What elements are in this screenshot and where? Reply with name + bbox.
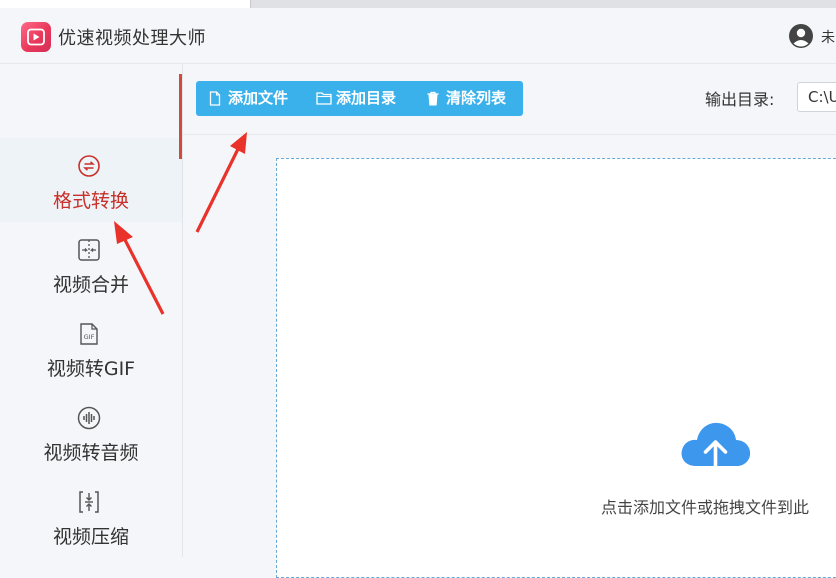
user-name[interactable]: 未	[821, 27, 835, 47]
active-indicator	[179, 74, 182, 159]
sidebar-item-label: 视频合并	[52, 274, 129, 296]
output-dir-input[interactable]: C:\U	[797, 82, 836, 112]
sidebar: 格式转换 视频合并 GIF 视频转GIF 视频转音频 视频压缩	[0, 64, 183, 557]
compress-icon	[77, 490, 101, 514]
folder-icon	[316, 92, 332, 105]
browser-tab-bar	[251, 0, 836, 8]
sidebar-item-video-compress[interactable]: 视频压缩	[0, 474, 182, 558]
sidebar-item-label: 视频转GIF	[46, 358, 136, 380]
sidebar-item-video-to-audio[interactable]: 视频转音频	[0, 390, 182, 474]
file-icon	[209, 91, 221, 106]
add-folder-label: 添加目录	[336, 89, 397, 107]
sidebar-item-label: 格式转换	[52, 190, 129, 212]
video-merge-icon	[77, 238, 101, 262]
audio-wave-icon	[77, 406, 101, 430]
svg-text:GIF: GIF	[84, 333, 95, 341]
drop-hint-text: 点击添加文件或拖拽文件到此	[601, 498, 810, 517]
sidebar-item-video-to-gif[interactable]: GIF 视频转GIF	[0, 306, 182, 390]
sidebar-item-format-convert[interactable]: 格式转换	[0, 138, 182, 222]
toolbar-divider	[183, 134, 836, 135]
sidebar-item-video-merge[interactable]: 视频合并	[0, 222, 182, 306]
cloud-upload-icon[interactable]	[678, 418, 753, 484]
browser-separator	[250, 0, 251, 8]
format-convert-icon	[77, 154, 101, 178]
app-title: 优速视频处理大师	[58, 28, 206, 49]
app-logo-icon	[21, 22, 51, 52]
annotation-arrow-toolbar	[195, 132, 247, 233]
toolbar: 添加文件 添加目录 清除列表	[196, 81, 523, 116]
gif-icon: GIF	[77, 322, 101, 346]
browser-top-strip	[0, 0, 836, 8]
add-file-label: 添加文件	[228, 89, 289, 107]
user-avatar-icon[interactable]	[788, 23, 814, 49]
output-dir-label: 输出目录:	[705, 90, 775, 109]
sidebar-item-label: 视频压缩	[52, 526, 129, 548]
sidebar-item-label: 视频转音频	[43, 442, 139, 464]
title-bar: 优速视频处理大师 未	[0, 8, 836, 64]
trash-icon	[427, 91, 439, 106]
clear-list-label: 清除列表	[446, 89, 507, 107]
